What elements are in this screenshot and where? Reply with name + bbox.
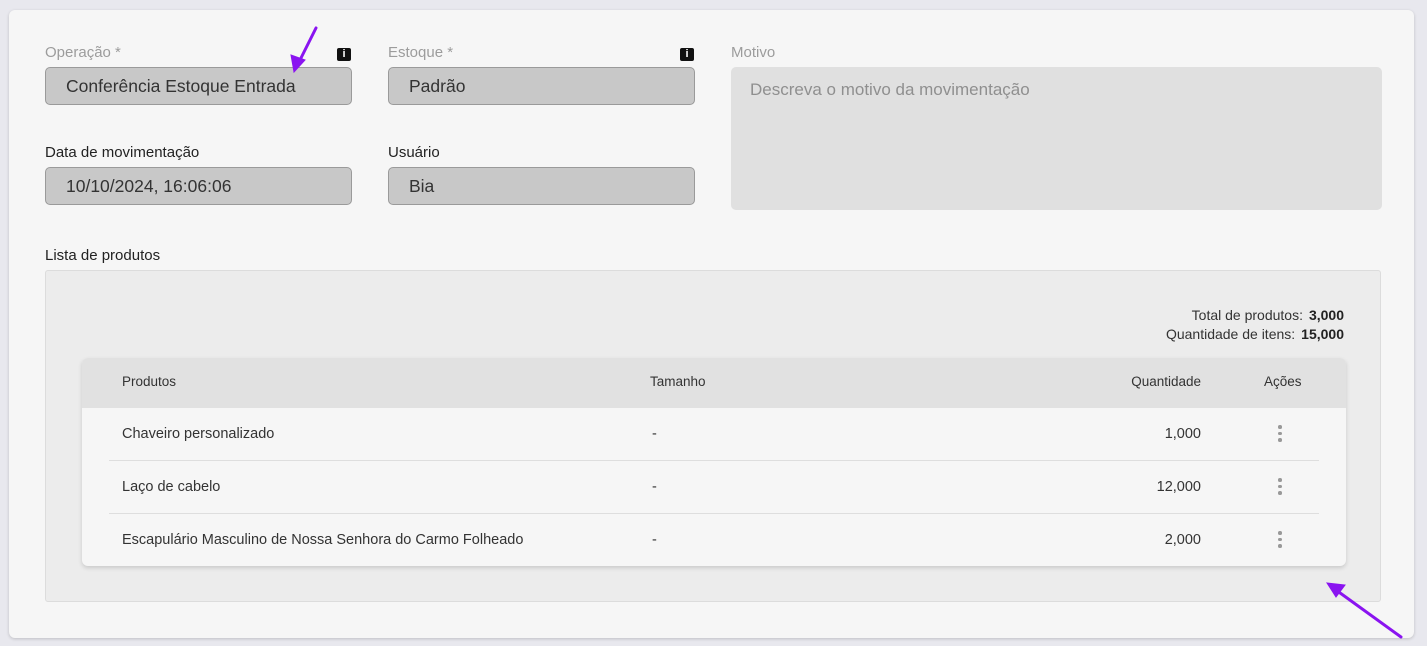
motivo-label: Motivo bbox=[731, 44, 776, 61]
row-quantidade: 1,000 bbox=[1164, 426, 1201, 442]
products-section-title: Lista de produtos bbox=[45, 247, 161, 264]
table-row: Laço de cabelo - 12,000 bbox=[82, 461, 1346, 514]
table-row: Escapulário Masculino de Nossa Senhora d… bbox=[82, 514, 1346, 566]
column-tamanho[interactable]: Tamanho bbox=[650, 374, 706, 389]
total-items-label: Quantidade de itens: bbox=[1165, 326, 1296, 342]
estoque-label: Estoque * bbox=[388, 44, 454, 61]
column-quantidade[interactable]: Quantidade bbox=[1082, 374, 1201, 389]
operacao-info-icon[interactable]: i bbox=[337, 48, 351, 61]
data-value: 10/10/2024, 16:06:06 bbox=[66, 176, 232, 196]
data-field[interactable]: 10/10/2024, 16:06:06 bbox=[45, 167, 352, 205]
more-vertical-icon[interactable] bbox=[1278, 478, 1282, 496]
data-label: Data de movimentação bbox=[45, 144, 200, 161]
usuario-label: Usuário bbox=[388, 144, 440, 161]
table-row: Chaveiro personalizado - 1,000 bbox=[82, 408, 1346, 461]
row-quantidade: 2,000 bbox=[1164, 532, 1201, 548]
row-tamanho: - bbox=[652, 532, 657, 548]
row-tamanho: - bbox=[652, 426, 657, 442]
operacao-label: Operação * bbox=[45, 44, 121, 61]
products-panel: Total de produtos: 3,000 Quantidade de it… bbox=[45, 270, 1381, 602]
total-products-label: Total de produtos: bbox=[1191, 307, 1303, 323]
column-acoes: Ações bbox=[1264, 374, 1302, 389]
motivo-placeholder: Descreva o motivo da movimentação bbox=[750, 80, 1030, 99]
estoque-info-icon[interactable]: i bbox=[680, 48, 694, 61]
more-vertical-icon[interactable] bbox=[1278, 531, 1282, 549]
usuario-field[interactable]: Bia bbox=[388, 167, 695, 205]
estoque-field[interactable]: Padrão bbox=[388, 67, 695, 105]
products-totals: Total de produtos: 3,000 Quantidade de it… bbox=[1166, 306, 1344, 344]
row-quantidade: 12,000 bbox=[1156, 479, 1201, 495]
motivo-textarea[interactable]: Descreva o motivo da movimentação bbox=[731, 67, 1382, 210]
movement-card: Operação * i Conferência Estoque Entrada… bbox=[9, 10, 1414, 638]
column-produtos[interactable]: Produtos bbox=[122, 374, 176, 389]
estoque-value: Padrão bbox=[409, 76, 466, 96]
more-vertical-icon[interactable] bbox=[1278, 425, 1282, 443]
operacao-field[interactable]: Conferência Estoque Entrada bbox=[45, 67, 352, 105]
row-tamanho: - bbox=[652, 479, 657, 495]
row-produto: Laço de cabelo bbox=[122, 479, 221, 495]
products-table: Produtos Tamanho Quantidade Ações Chavei… bbox=[82, 358, 1346, 566]
row-produto: Chaveiro personalizado bbox=[122, 426, 275, 442]
total-items-value: 15,000 bbox=[1301, 326, 1344, 342]
total-products-value: 3,000 bbox=[1308, 307, 1344, 323]
usuario-value: Bia bbox=[409, 176, 435, 196]
table-header: Produtos Tamanho Quantidade Ações bbox=[82, 358, 1346, 408]
operacao-value: Conferência Estoque Entrada bbox=[66, 76, 296, 96]
row-produto: Escapulário Masculino de Nossa Senhora d… bbox=[122, 532, 524, 548]
